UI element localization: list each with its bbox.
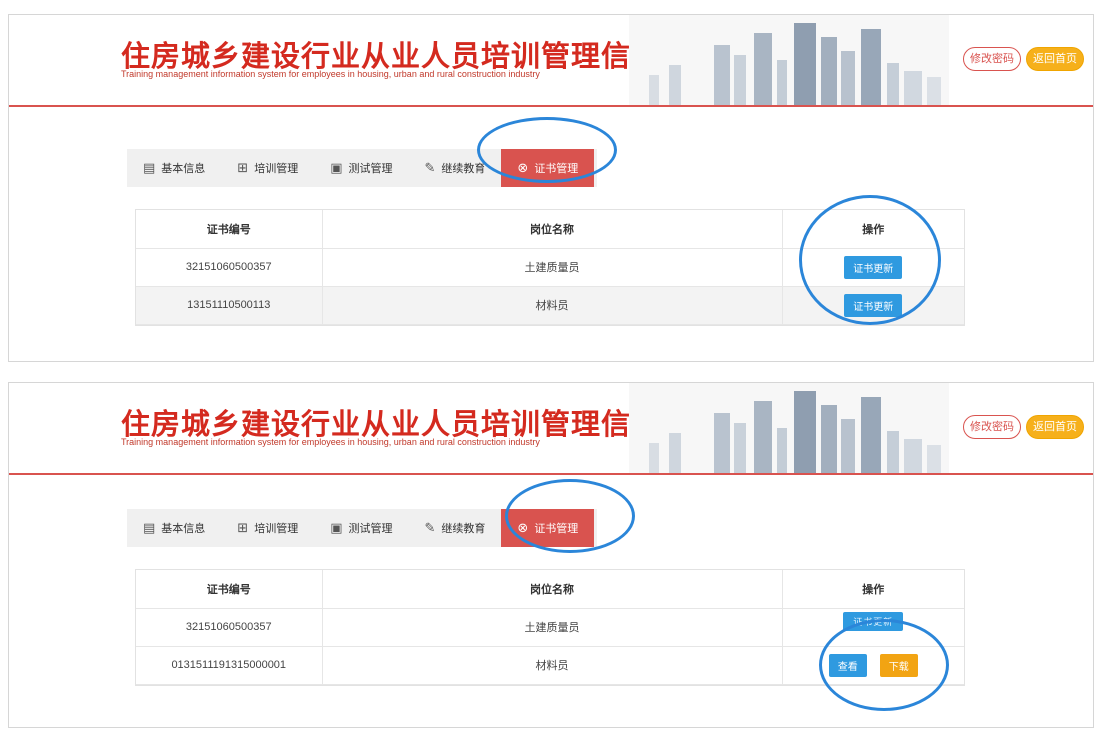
table-row: 32151060500357 土建质量员 证书更新	[136, 608, 964, 647]
site-header: 住房城乡建设行业从业人员培训管理信息系统 Training management…	[9, 383, 1093, 475]
tab-label: 基本信息	[161, 523, 206, 535]
nav-tabs: ▤ 基本信息 ⊞ 培训管理 ▣ 测试管理 ✎ 继续教育 ⊗ 证书管理	[127, 509, 597, 547]
action-cell: 证书更新	[782, 286, 964, 325]
table-row: 0131511191315000001 材料员 查看 下载	[136, 646, 964, 685]
return-home-button[interactable]: 返回首页	[1026, 47, 1084, 71]
table-row: 32151060500357 土建质量员 证书更新	[136, 248, 964, 287]
column-header: 操作	[782, 570, 964, 609]
certificate-table: 证书编号 岗位名称 操作 32151060500357 土建质量员 证书更新 1…	[135, 209, 965, 326]
tab-continuing-education[interactable]: ✎ 继续教育	[409, 509, 502, 547]
column-header: 岗位名称	[322, 570, 783, 609]
renew-certificate-button[interactable]: 证书更新	[843, 611, 904, 631]
tab-label: 基本信息	[161, 163, 206, 175]
cert-number-cell: 0131511191315000001	[136, 646, 323, 685]
column-header: 岗位名称	[322, 210, 783, 249]
tab-continuing-education[interactable]: ✎ 继续教育	[409, 149, 502, 187]
action-cell: 证书更新	[782, 248, 964, 287]
position-cell: 土建质量员	[322, 608, 783, 647]
position-cell: 材料员	[322, 646, 783, 685]
position-cell: 土建质量员	[322, 248, 783, 287]
tab-certificate[interactable]: ⊗ 证书管理	[501, 149, 595, 187]
certificate-icon: ⊗	[517, 520, 529, 535]
column-header: 操作	[782, 210, 964, 249]
test-icon: ▣	[330, 160, 343, 175]
action-cell: 证书更新	[782, 608, 964, 647]
screenshot-panel-2: 住房城乡建设行业从业人员培训管理信息系统 Training management…	[8, 382, 1094, 728]
tab-basic-info[interactable]: ▤ 基本信息	[127, 509, 221, 547]
tab-training[interactable]: ⊞ 培训管理	[221, 149, 314, 187]
renew-certificate-button[interactable]: 证书更新	[844, 255, 903, 279]
tab-basic-info[interactable]: ▤ 基本信息	[127, 149, 221, 187]
column-header: 证书编号	[136, 570, 323, 609]
cert-number-cell: 32151060500357	[136, 248, 323, 287]
tab-label: 证书管理	[534, 163, 579, 175]
header-divider	[9, 473, 1093, 475]
clipboard-icon: ▤	[143, 520, 156, 535]
nav-tabs: ▤ 基本信息 ⊞ 培训管理 ▣ 测试管理 ✎ 继续教育 ⊗ 证书管理	[127, 149, 597, 187]
edit-icon: ✎	[424, 160, 436, 175]
tab-label: 证书管理	[534, 523, 579, 535]
column-header: 证书编号	[136, 210, 323, 249]
tab-label: 继续教育	[441, 523, 486, 535]
tab-label: 测试管理	[348, 163, 393, 175]
tab-test[interactable]: ▣ 测试管理	[314, 509, 408, 547]
city-skyline-banner	[629, 383, 949, 473]
screenshot-panel-1: 住房城乡建设行业从业人员培训管理信息系统 Training management…	[8, 14, 1094, 362]
tab-certificate[interactable]: ⊗ 证书管理	[501, 509, 595, 547]
action-cell: 查看 下载	[782, 646, 964, 685]
change-password-button[interactable]: 修改密码	[963, 47, 1021, 71]
site-title-en: Training management information system f…	[121, 437, 540, 447]
view-certificate-button[interactable]: 查看	[828, 653, 867, 677]
tab-training[interactable]: ⊞ 培训管理	[221, 509, 314, 547]
test-icon: ▣	[330, 520, 343, 535]
site-header: 住房城乡建设行业从业人员培训管理信息系统 Training management…	[9, 15, 1093, 107]
site-title-en: Training management information system f…	[121, 69, 540, 79]
position-cell: 材料员	[322, 286, 783, 325]
cert-number-cell: 13151110500113	[136, 286, 323, 325]
change-password-button[interactable]: 修改密码	[963, 415, 1021, 439]
header-divider	[9, 105, 1093, 107]
table-header-row: 证书编号 岗位名称 操作	[136, 210, 964, 249]
certificate-table: 证书编号 岗位名称 操作 32151060500357 土建质量员 证书更新 0…	[135, 569, 965, 686]
tab-label: 继续教育	[441, 163, 486, 175]
edit-icon: ✎	[424, 520, 436, 535]
training-icon: ⊞	[237, 160, 249, 175]
renew-certificate-button[interactable]: 证书更新	[844, 293, 903, 317]
tab-label: 培训管理	[254, 523, 299, 535]
tab-label: 测试管理	[348, 523, 393, 535]
table-header-row: 证书编号 岗位名称 操作	[136, 570, 964, 609]
clipboard-icon: ▤	[143, 160, 156, 175]
certificate-icon: ⊗	[517, 160, 529, 175]
tab-test[interactable]: ▣ 测试管理	[314, 149, 408, 187]
training-icon: ⊞	[237, 520, 249, 535]
download-certificate-button[interactable]: 下载	[879, 653, 918, 677]
return-home-button[interactable]: 返回首页	[1026, 415, 1084, 439]
cert-number-cell: 32151060500357	[136, 608, 323, 647]
table-row: 13151110500113 材料员 证书更新	[136, 286, 964, 325]
tab-label: 培训管理	[254, 163, 299, 175]
city-skyline-banner	[629, 15, 949, 105]
